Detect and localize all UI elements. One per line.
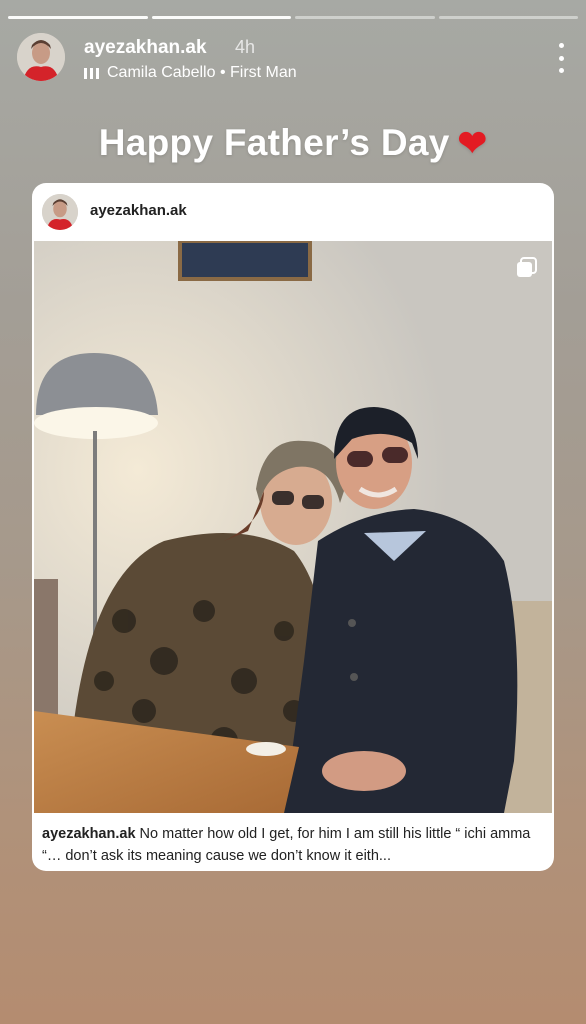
- photo-illustration: [34, 241, 552, 813]
- story-headline: Happy Father’s Day ❤: [0, 122, 586, 164]
- story-header: ayezakhan.ak 4h Camila Cabello • First M…: [17, 33, 569, 83]
- post-avatar[interactable]: [42, 194, 78, 230]
- shared-post-card[interactable]: ayezakhan.ak ayezakhan.ak No matter how …: [32, 183, 554, 871]
- heart-icon: ❤: [457, 124, 488, 163]
- more-options-button[interactable]: [553, 43, 569, 73]
- post-avatar-image: [42, 194, 78, 230]
- post-username[interactable]: ayezakhan.ak: [90, 202, 187, 219]
- music-label[interactable]: Camila Cabello • First Man: [84, 64, 297, 82]
- caption-username[interactable]: ayezakhan.ak: [42, 826, 136, 842]
- story-progress-bar: [8, 16, 578, 19]
- progress-segment: [438, 16, 578, 19]
- post-caption[interactable]: ayezakhan.ak No matter how old I get, fo…: [42, 823, 544, 867]
- post-photo[interactable]: [34, 241, 552, 813]
- music-bars-icon: [84, 67, 99, 79]
- story-username[interactable]: ayezakhan.ak: [84, 37, 207, 59]
- multiple-photos-icon: [517, 257, 537, 277]
- post-header[interactable]: ayezakhan.ak: [32, 183, 554, 241]
- avatar[interactable]: [17, 33, 65, 81]
- progress-segment: [8, 16, 148, 19]
- story-timestamp: 4h: [235, 37, 256, 57]
- music-track-text: Camila Cabello • First Man: [107, 64, 297, 81]
- progress-segment: [295, 16, 435, 19]
- headline-text: Happy Father’s Day: [98, 122, 450, 163]
- progress-segment: [151, 16, 291, 19]
- avatar-image: [17, 33, 65, 81]
